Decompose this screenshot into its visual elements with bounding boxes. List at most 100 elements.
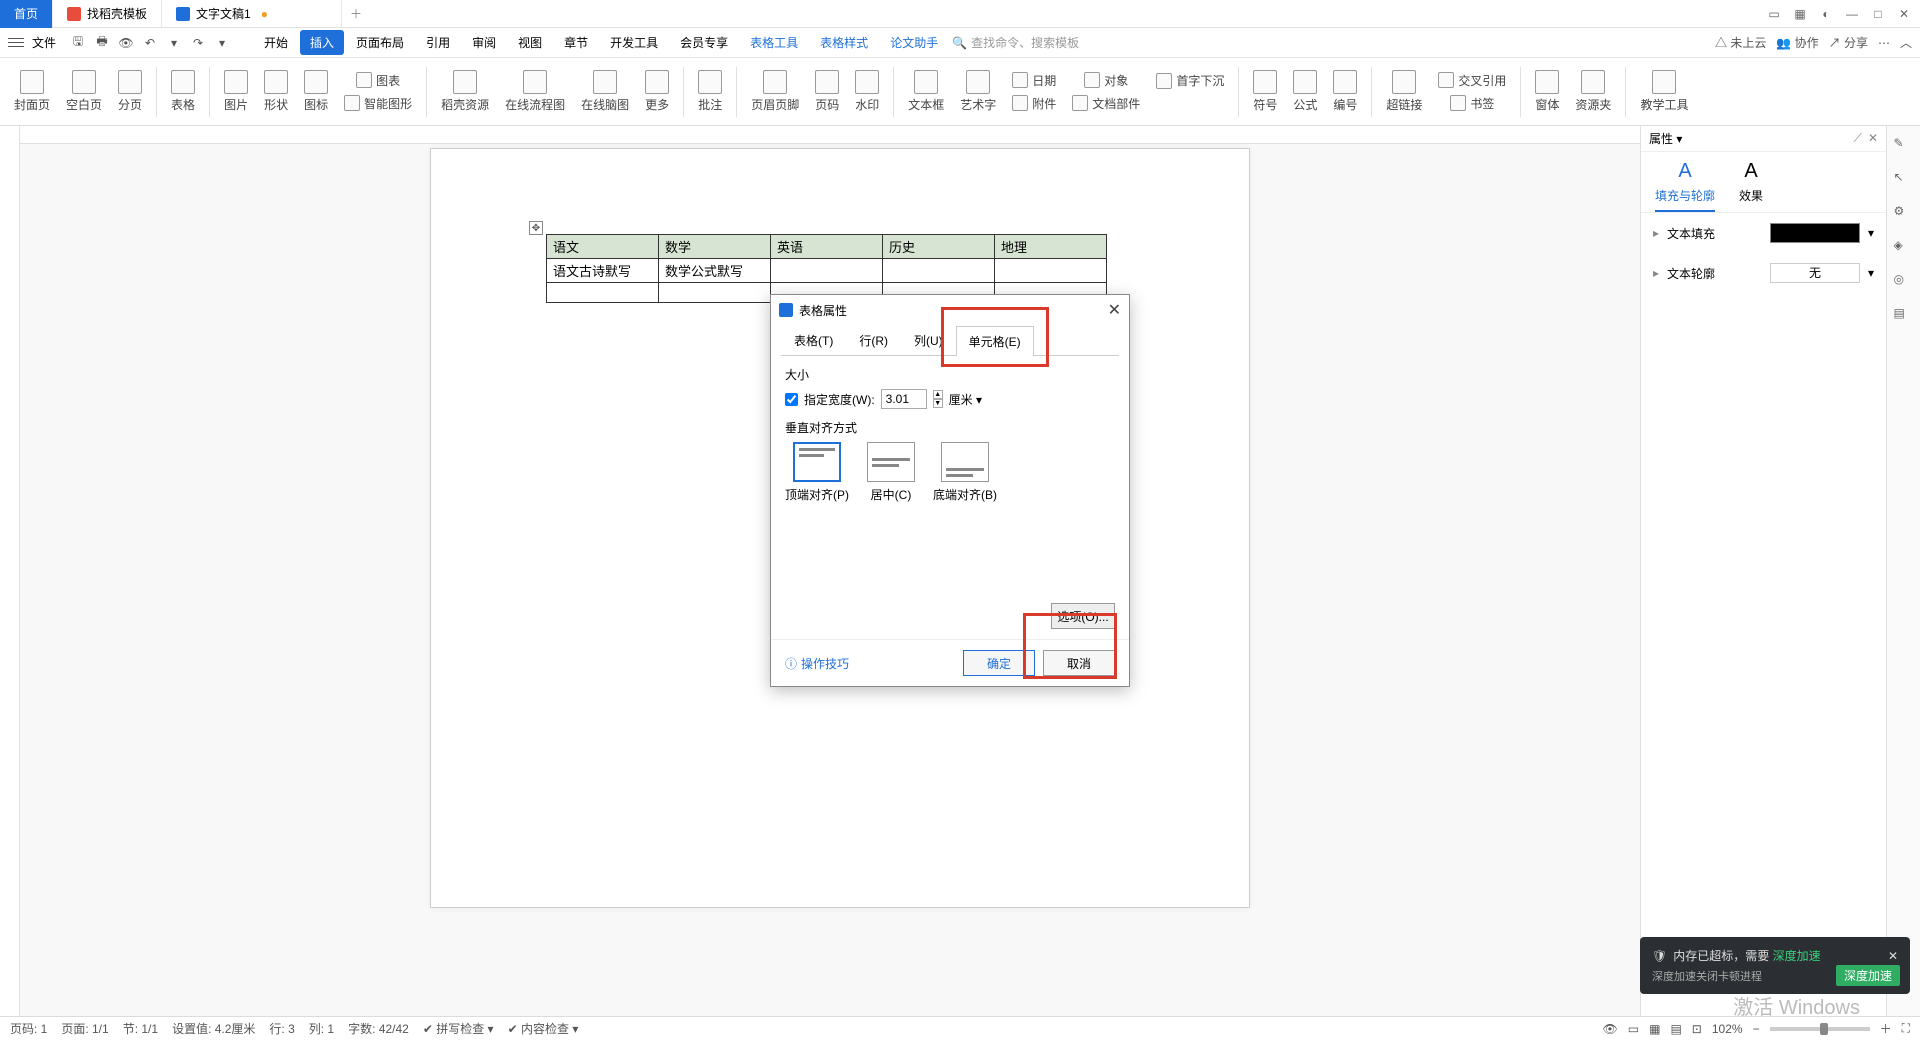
rib-pic[interactable]: 图片 <box>218 68 254 115</box>
text-fill-row[interactable]: ▸ 文本填充 ▾ <box>1641 213 1886 253</box>
rib-header-footer[interactable]: 页眉页脚 <box>745 68 805 115</box>
status-row[interactable]: 行: 3 <box>269 1020 294 1037</box>
status-chars[interactable]: 字数: 42/42 <box>348 1020 409 1037</box>
rib-date[interactable]: 日期 <box>1006 70 1062 91</box>
rib-form[interactable]: 窗体 <box>1529 68 1565 115</box>
share-button[interactable]: ↗ 分享 <box>1829 34 1868 51</box>
table-cell[interactable]: 英语 <box>771 235 883 259</box>
rib-icons[interactable]: 图标 <box>298 68 334 115</box>
table-cell[interactable]: 数学公式默写 <box>659 259 771 283</box>
coop-button[interactable]: 👥 协作 <box>1776 34 1818 51</box>
rib-hyperlink[interactable]: 超链接 <box>1380 68 1428 115</box>
ribbon-tab-context[interactable]: 表格工具 <box>740 30 808 55</box>
rib-mind[interactable]: 在线脑图 <box>575 68 635 115</box>
fit-icon[interactable]: ⊡ <box>1692 1022 1702 1036</box>
rib-bookmark[interactable]: 书签 <box>1432 93 1512 114</box>
tips-link[interactable]: ⓘ 操作技巧 <box>785 655 849 672</box>
zoom-slider[interactable] <box>1770 1027 1870 1031</box>
status-section[interactable]: 节: 1/1 <box>123 1020 158 1037</box>
dialog-titlebar[interactable]: 表格属性 ✕ <box>771 295 1129 325</box>
rib-watermark[interactable]: 水印 <box>849 68 885 115</box>
ribbon-tab[interactable]: 章节 <box>554 30 598 55</box>
table-cell[interactable]: 地理 <box>995 235 1107 259</box>
pin-icon[interactable]: ⟋ <box>1854 131 1862 146</box>
panel-close-icon[interactable]: ✕ <box>1868 131 1878 146</box>
ribbon-tab[interactable]: 页面布局 <box>346 30 414 55</box>
add-tab-button[interactable]: ＋ <box>342 5 370 22</box>
text-outline-row[interactable]: ▸ 文本轮廓 无▾ <box>1641 253 1886 293</box>
zoom-out-button[interactable]: − <box>1753 1022 1760 1036</box>
status-spellcheck[interactable]: ✔ 拼写检查 ▾ <box>423 1020 494 1037</box>
width-spinner[interactable]: ▲▼ <box>933 390 943 408</box>
prop-tab-effect[interactable]: A 效果 <box>1739 160 1763 212</box>
rib-attach[interactable]: 附件 <box>1006 93 1062 114</box>
fullscreen-icon[interactable]: ⛶ <box>1902 1021 1910 1036</box>
rib-object[interactable]: 对象 <box>1066 70 1146 91</box>
rib-dropcap[interactable]: 首字下沉 <box>1150 70 1230 91</box>
save-icon[interactable]: 🖫 <box>68 33 88 53</box>
table-cell[interactable]: 语文 <box>547 235 659 259</box>
cloud-status[interactable]: △ 未上云 <box>1715 34 1766 51</box>
rib-break[interactable]: 分页 <box>112 68 148 115</box>
status-doccheck[interactable]: ✔ 内容检查 ▾ <box>508 1020 579 1037</box>
view-mode-icon[interactable]: ▦ <box>1649 1022 1660 1036</box>
color-swatch[interactable] <box>1770 223 1860 243</box>
ribbon-tab[interactable]: 会员专享 <box>670 30 738 55</box>
dropdown-icon[interactable]: ▾ <box>164 33 184 53</box>
rib-more[interactable]: 更多 <box>639 68 675 115</box>
collapse-ribbon-icon[interactable]: ︿ <box>1900 34 1912 51</box>
ribbon-tab[interactable]: 引用 <box>416 30 460 55</box>
rib-cover[interactable]: 封面页 <box>8 68 56 115</box>
view-mode-icon[interactable]: ▭ <box>1628 1022 1639 1036</box>
view-mode-icon[interactable]: ▤ <box>1670 1022 1681 1036</box>
redo-icon[interactable]: ↷ <box>188 33 208 53</box>
dialog-tab-column[interactable]: 列(U) <box>901 325 956 355</box>
dialog-close-button[interactable]: ✕ <box>1108 300 1121 320</box>
dropdown-icon[interactable]: ▾ <box>1868 226 1874 240</box>
width-input[interactable] <box>881 389 927 409</box>
preview-icon[interactable]: 👁 <box>116 33 136 53</box>
table-move-handle-icon[interactable]: ✥ <box>529 221 543 235</box>
settings-icon[interactable]: ⚙ <box>1894 204 1914 224</box>
align-bottom-option[interactable]: 底端对齐(B) <box>933 442 997 503</box>
rib-textbox[interactable]: 文本框 <box>902 68 950 115</box>
align-top-option[interactable]: 顶端对齐(P) <box>785 442 849 503</box>
ribbon-tab[interactable]: 开发工具 <box>600 30 668 55</box>
table-cell[interactable] <box>659 283 771 303</box>
ribbon-tab[interactable]: 开始 <box>254 30 298 55</box>
dropdown-icon[interactable]: ▾ <box>212 33 232 53</box>
rib-shape[interactable]: 形状 <box>258 68 294 115</box>
toast-action-button[interactable]: 深度加速 <box>1836 965 1900 986</box>
dropdown-icon[interactable]: ▾ <box>1868 266 1874 280</box>
table-cell[interactable]: 数学 <box>659 235 771 259</box>
table-cell[interactable] <box>995 259 1107 283</box>
rib-symbol[interactable]: 符号 <box>1247 68 1283 115</box>
specify-width-checkbox[interactable] <box>785 393 798 406</box>
target-icon[interactable]: ◎ <box>1894 272 1914 292</box>
table-cell[interactable] <box>771 259 883 283</box>
rib-comment[interactable]: 批注 <box>692 68 728 115</box>
file-menu[interactable]: 文件 <box>32 34 56 51</box>
tab-document[interactable]: 文字文稿1 ● <box>162 0 342 28</box>
rib-table[interactable]: 表格 <box>165 68 201 115</box>
view-eye-icon[interactable]: 👁 <box>1603 1022 1618 1036</box>
rib-crossref[interactable]: 交叉引用 <box>1432 70 1512 91</box>
user-icon[interactable]: ◐ <box>1814 4 1838 24</box>
rib-chart[interactable]: 图表 <box>338 70 418 91</box>
close-button[interactable]: ✕ <box>1892 4 1916 24</box>
ribbon-tab-context[interactable]: 表格样式 <box>810 30 878 55</box>
prop-tab-fill[interactable]: A 填充与轮廓 <box>1655 160 1715 212</box>
rib-res[interactable]: 稻壳资源 <box>435 68 495 115</box>
table-cell[interactable] <box>547 283 659 303</box>
outline-select[interactable]: 无 <box>1770 263 1860 283</box>
rib-resfolder[interactable]: 资源夹 <box>1569 68 1617 115</box>
ribbon-tab-context[interactable]: 论文助手 <box>880 30 948 55</box>
pencil-icon[interactable]: ✎ <box>1894 136 1914 156</box>
table-cell[interactable]: 语文古诗默写 <box>547 259 659 283</box>
tab-home[interactable]: 首页 <box>0 0 53 28</box>
cancel-button[interactable]: 取消 <box>1043 650 1115 676</box>
horizontal-ruler[interactable] <box>20 126 1920 144</box>
document-table[interactable]: 语文 数学 英语 历史 地理 语文古诗默写 数学公式默写 <box>546 234 1107 303</box>
layout-icon[interactable]: ▭ <box>1762 4 1786 24</box>
options-button[interactable]: 选项(O)... <box>1051 603 1115 629</box>
